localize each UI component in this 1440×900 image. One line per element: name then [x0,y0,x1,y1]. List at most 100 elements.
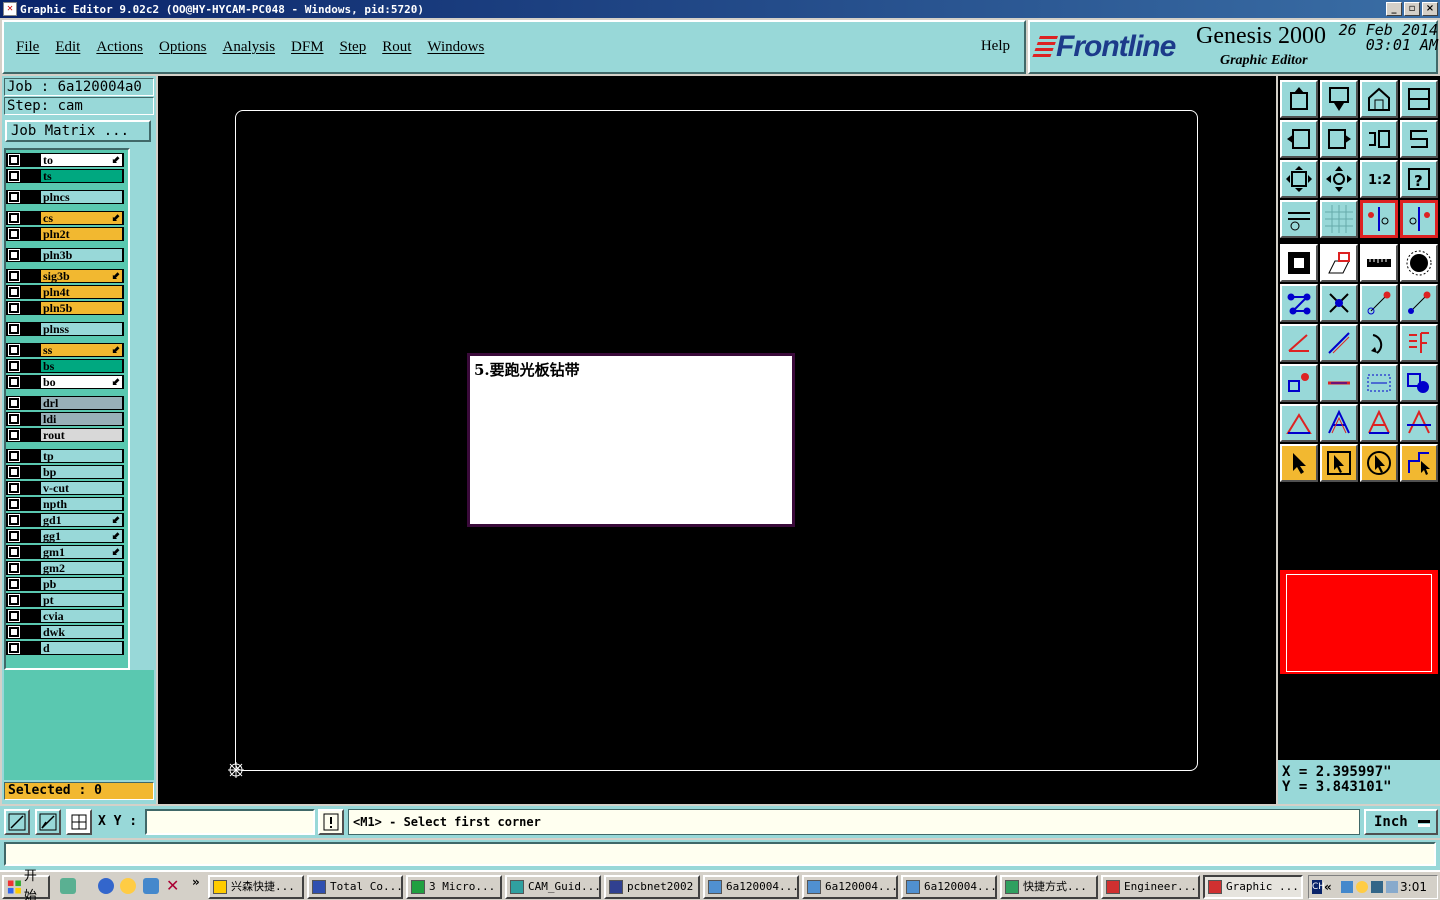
layer-checkbox[interactable] [8,594,20,606]
home-icon[interactable] [1360,80,1398,118]
select-box-icon[interactable] [1280,244,1318,282]
route-path-icon[interactable] [1400,444,1438,482]
layer-checkbox[interactable] [8,212,20,224]
taskbar-item[interactable]: pcbnet2002 [604,875,700,899]
layer-checkbox[interactable] [8,466,20,478]
layer-name[interactable]: pb [40,577,123,591]
layer-name[interactable]: ldi [40,412,123,426]
triangle-icon[interactable] [1280,404,1318,442]
snap-left-icon[interactable] [1360,200,1398,238]
connect-point-icon[interactable] [1360,284,1398,322]
layer-name[interactable]: cvia [40,609,123,623]
layer-row-gm2[interactable]: gm2 [6,561,124,575]
layer-row-sig3b[interactable]: sig3b ⬋ [6,269,124,283]
overview-window[interactable] [1280,570,1438,674]
feature-down-icon[interactable] [1320,80,1358,118]
pointer-circle-icon[interactable] [1360,444,1398,482]
layer-row-pt[interactable]: pt [6,593,124,607]
more-chevron-icon[interactable]: » [192,875,208,891]
layer-name[interactable]: gd1 ⬋ [40,513,123,527]
layer-checkbox[interactable] [8,429,20,441]
layer-name[interactable]: npth [40,497,123,511]
units-selector[interactable]: Inch [1364,809,1438,835]
layer-name[interactable]: cs ⬋ [40,211,123,225]
layer-checkbox[interactable] [8,344,20,356]
layer-name[interactable]: gm1 ⬋ [40,545,123,559]
layer-name[interactable]: gm2 [40,561,123,575]
taskbar-item[interactable]: 兴森快捷... [208,875,304,899]
layer-row-d[interactable]: d [6,641,124,655]
taskbar-item[interactable]: Graphic ... [1203,875,1303,899]
layer-row-cvia[interactable]: cvia [6,609,124,623]
layer-row-bo[interactable]: bo ⬋ [6,375,124,389]
explorer-icon[interactable] [143,878,159,894]
taskbar-item[interactable]: 3 Micro... [406,875,502,899]
layer-name[interactable]: plnss [40,322,123,336]
layer-name[interactable]: ss ⬋ [40,343,123,357]
layer-row-gd1[interactable]: gd1 ⬋ [6,513,124,527]
taskbar-item[interactable]: 6a120004... [802,875,898,899]
layer-name[interactable]: pt [40,593,123,607]
layer-row-gm1[interactable]: gm1 ⬋ [6,545,124,559]
graphic-canvas[interactable]: 5.要跑光板钻带 [158,76,1276,804]
layer-checkbox[interactable] [8,578,20,590]
layer-row-pb[interactable]: pb [6,577,124,591]
layer-checkbox[interactable] [8,397,20,409]
tray-clock-icon[interactable] [1356,881,1368,893]
layer-checkbox[interactable] [8,642,20,654]
layer-name[interactable]: pln5b [40,301,123,315]
menu-dfm[interactable]: DFM [291,39,324,56]
angle-icon[interactable] [1280,324,1318,362]
letter-a-box-icon[interactable] [1360,404,1398,442]
shapes-icon[interactable] [1400,364,1438,402]
zoom-fit-icon[interactable] [1280,160,1318,198]
layer-row-plncs[interactable]: plncs [6,190,124,204]
menu-options[interactable]: Options [159,39,207,56]
arc-icon[interactable] [1360,324,1398,362]
s-shape-icon[interactable] [1400,120,1438,158]
snap-right-icon[interactable] [1400,200,1438,238]
layer-name[interactable]: bp [40,465,123,479]
layer-checkbox[interactable] [8,562,20,574]
layer-row-dwk[interactable]: dwk [6,625,124,639]
layer-row-pln3b[interactable]: pln3b [6,248,124,262]
layer-row-pln5b[interactable]: pln5b [6,301,124,315]
pointer-box-icon[interactable] [1320,444,1358,482]
zoom-in-mode-icon[interactable] [4,809,30,835]
center-icon[interactable] [1320,160,1358,198]
left-arrow-icon[interactable] [1280,120,1318,158]
layer-checkbox[interactable] [8,286,20,298]
monitor-icon[interactable] [1371,881,1383,893]
layer-name[interactable]: d [40,641,123,655]
layer-row-tp[interactable]: tp [6,449,124,463]
layer-name[interactable]: pln2t [40,227,123,241]
window-title-bar[interactable]: ✕ Graphic Editor 9.02c2 (OO@HY-HYCAM-PC0… [0,0,1440,18]
layer-row-pln4t[interactable]: pln4t [6,285,124,299]
layer-row-rout[interactable]: rout [6,428,124,442]
browser-icon[interactable] [98,878,114,894]
layer-checkbox[interactable] [8,249,20,261]
clock-app-icon[interactable] [120,878,136,894]
layer-name[interactable]: drl [40,396,123,410]
close-button[interactable]: × [1422,2,1438,16]
layer-checkbox[interactable] [8,376,20,388]
graphic-params-icon[interactable] [1280,200,1318,238]
note-popup[interactable]: 5.要跑光板钻带 [467,353,795,527]
help-icon[interactable]: ? [1400,160,1438,198]
layer-checkbox[interactable] [8,360,20,372]
layer-checkbox[interactable] [8,413,20,425]
layer-name[interactable]: pln4t [40,285,123,299]
grid-icon[interactable] [1320,200,1358,238]
feature-up-icon[interactable] [1280,80,1318,118]
vertex-icon[interactable] [1280,284,1318,322]
layer-checkbox[interactable] [8,191,20,203]
layer-name[interactable]: plncs [40,190,123,204]
alert-icon[interactable] [318,809,344,835]
xy-coordinate-input[interactable] [145,809,315,835]
measure-icon[interactable] [1360,364,1398,402]
scale-1-2-icon[interactable]: 1:2 [1360,160,1398,198]
layer-checkbox[interactable] [8,302,20,314]
letter-a-line-icon[interactable] [1400,404,1438,442]
volume-icon[interactable] [1386,881,1398,893]
menu-rout[interactable]: Rout [382,39,411,56]
